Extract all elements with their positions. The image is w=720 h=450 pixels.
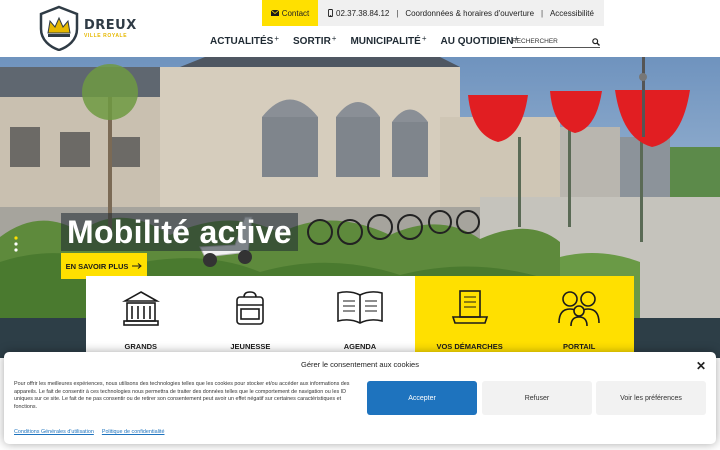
quick-access-demarches[interactable]: VOS DÉMARCHES — [414, 276, 525, 356]
logo-name: DREUX — [84, 18, 137, 33]
crown-shield-logo-icon[interactable] — [38, 5, 80, 51]
site-header: DREUX VILLE ROYALE Contact 02.37.38.84.1… — [0, 0, 720, 57]
quick-access-label: GRANDS — [124, 342, 158, 351]
quick-access-label: AGENDA — [343, 342, 377, 351]
building-icon — [121, 291, 160, 326]
phone-link[interactable]: 02.37.38.84.12 — [328, 9, 389, 18]
phone-icon — [328, 9, 333, 17]
cookie-text: Pour offrir les meilleures expériences, … — [14, 381, 350, 410]
family-icon — [558, 291, 600, 327]
cookie-links: Conditions Générales d'utilisation Polit… — [14, 429, 164, 435]
laptop-document-icon — [451, 290, 488, 324]
nav-item-municipalite[interactable]: Municipalité + — [350, 34, 427, 47]
nav-item-actualites[interactable]: Actualités + — [210, 34, 280, 47]
separator: | — [396, 8, 399, 18]
cookie-consent-dialog: Gérer le consentement aux cookies ✕ Pour… — [4, 352, 716, 444]
nav-item-label: Municipalité — [350, 36, 421, 47]
nav-plus-icon: + — [331, 34, 337, 43]
quick-access-jeunesse[interactable]: JEUNESSE — [195, 276, 306, 356]
nav-plus-icon: + — [421, 34, 427, 43]
nav-item-label: Actualités — [210, 36, 274, 47]
top-utility-bar: Contact 02.37.38.84.12 | Coordonnées & h… — [262, 0, 604, 26]
cookie-title: Gérer le consentement aux cookies — [301, 360, 419, 369]
separator: | — [540, 8, 544, 18]
quick-access-label: PORTAIL — [562, 342, 596, 351]
accessibility-link[interactable]: Accessibilité — [550, 9, 594, 18]
quick-access-label: JEUNESSE — [230, 342, 271, 351]
refuse-button[interactable]: Refuser — [482, 381, 592, 415]
hero-title: Mobilité active — [61, 213, 298, 251]
search-icon[interactable] — [592, 37, 600, 46]
privacy-policy-link[interactable]: Politique de confidentialité — [102, 429, 165, 435]
hours-link[interactable]: Coordonnées & horaires d'ouverture — [405, 9, 534, 18]
search-placeholder: RECHERCHER — [512, 38, 558, 45]
envelope-icon — [270, 10, 279, 16]
nav-item-sortir[interactable]: Sortir + — [293, 34, 337, 47]
main-nav: Actualités + Sortir + Municipalité + Au quo… — [210, 34, 533, 47]
backpack-icon — [236, 291, 265, 325]
logo-tagline: VILLE ROYALE — [84, 33, 128, 39]
preferences-button[interactable]: Voir les préférences — [596, 381, 706, 415]
learn-more-label: EN SAVOIR PLUS — [65, 261, 129, 271]
nav-item-label: Au quotidien — [440, 36, 514, 47]
quick-access-label: VOS DÉMARCHES — [436, 342, 503, 351]
contact-label: Contact — [281, 8, 310, 18]
close-icon[interactable]: ✕ — [696, 359, 706, 373]
quick-access: GRANDS JEUNESSE AGENDA VOS DÉMARCHES POR… — [86, 276, 634, 356]
nav-plus-icon: + — [274, 34, 280, 43]
phone-number: 02.37.38.84.12 — [336, 8, 390, 18]
nav-item-label: Sortir — [293, 36, 331, 47]
contact-link[interactable]: Contact — [262, 0, 318, 26]
quick-access-grands[interactable]: GRANDS — [86, 276, 196, 356]
topbar-links: 02.37.38.84.12 | Coordonnées & horaires … — [318, 0, 604, 26]
nav-item-au-quotidien[interactable]: Au quotidien + — [440, 34, 519, 47]
arrow-right-icon — [132, 263, 143, 269]
open-book-icon — [337, 291, 383, 324]
search-input[interactable]: RECHERCHER — [512, 36, 600, 48]
slider-indicator-icon[interactable] — [14, 236, 18, 252]
quick-access-portail[interactable]: PORTAIL — [524, 276, 634, 356]
quick-access-agenda[interactable]: AGENDA — [305, 276, 415, 356]
terms-link[interactable]: Conditions Générales d'utilisation — [14, 429, 94, 435]
accept-button[interactable]: Accepter — [367, 381, 477, 415]
